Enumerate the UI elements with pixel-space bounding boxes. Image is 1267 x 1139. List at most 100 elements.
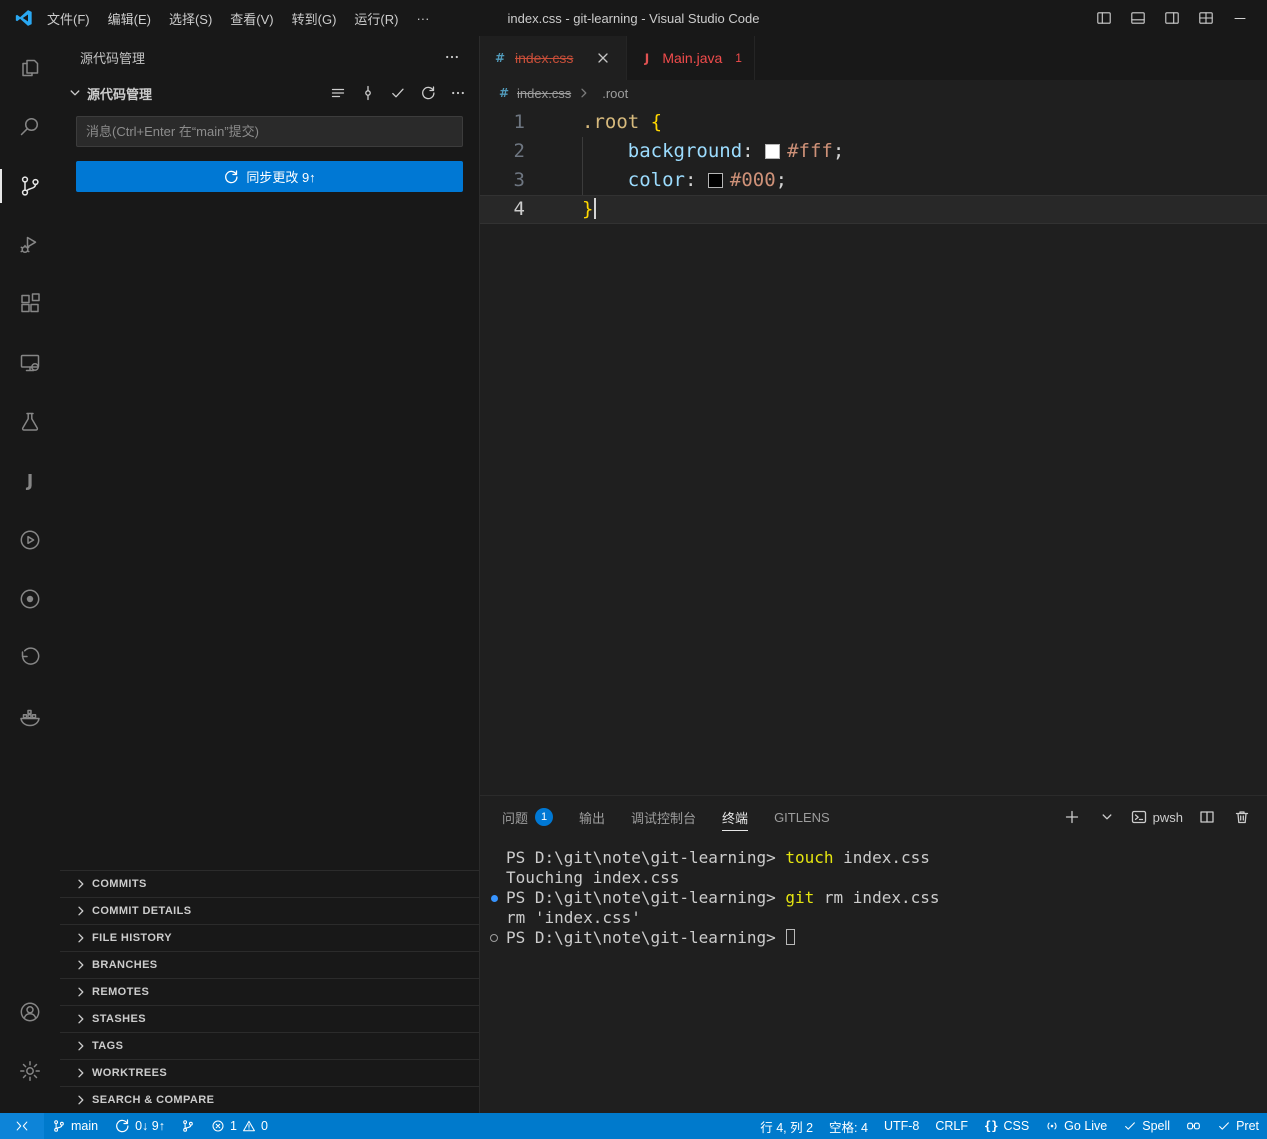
activity-run-debug[interactable] xyxy=(0,221,60,269)
code-line-3[interactable]: 3 color: #000; xyxy=(480,166,1267,195)
chevron-down-icon[interactable] xyxy=(64,82,86,104)
terminal-line: PS D:\git\note\git-learning> touch index… xyxy=(506,848,1267,868)
menu-file[interactable]: 文件(F) xyxy=(38,4,99,32)
code-line-2[interactable]: 2 background: #fff; xyxy=(480,137,1267,166)
terminal-tab-pwsh[interactable]: pwsh xyxy=(1131,809,1183,825)
branch-status[interactable]: main xyxy=(44,1113,106,1139)
line-number[interactable]: 2 xyxy=(480,137,550,166)
new-terminal-button[interactable] xyxy=(1061,806,1083,828)
source-control-status[interactable] xyxy=(173,1113,203,1139)
panel-tab-problems[interactable]: 问题1 xyxy=(502,796,553,838)
view-remotes[interactable]: REMOTES xyxy=(60,978,479,1005)
menu-edit[interactable]: 编辑(E) xyxy=(99,4,160,32)
activity-docker[interactable] xyxy=(0,693,60,741)
search-icon xyxy=(18,115,42,139)
activity-history-undo[interactable] xyxy=(0,634,60,682)
language-mode-status[interactable]: {} CSS xyxy=(976,1113,1037,1139)
language-label: CSS xyxy=(1003,1119,1029,1133)
code-line-4[interactable]: 4} xyxy=(480,195,1267,224)
view-commits[interactable]: COMMITS xyxy=(60,870,479,897)
menu-run[interactable]: 运行(R) xyxy=(345,4,407,32)
activity-settings[interactable] xyxy=(0,1047,60,1095)
menu-more[interactable]: ··· xyxy=(407,4,438,32)
list-flat-button[interactable] xyxy=(327,82,349,104)
minimize-button[interactable] xyxy=(1223,0,1257,36)
menu-goto[interactable]: 转到(G) xyxy=(283,4,346,32)
activity-account[interactable] xyxy=(0,988,60,1036)
chevron-right-icon xyxy=(576,85,592,101)
refresh-button[interactable] xyxy=(417,82,439,104)
formatter-status[interactable]: Pret xyxy=(1209,1113,1267,1139)
activity-search[interactable] xyxy=(0,103,60,151)
layout-grid-button[interactable] xyxy=(1189,0,1223,36)
spell-status[interactable]: Spell xyxy=(1115,1113,1178,1139)
activity-extensions[interactable] xyxy=(0,280,60,328)
copilot-status[interactable] xyxy=(1178,1113,1209,1139)
close-icon[interactable] xyxy=(592,47,614,69)
layout-sidebar-left-button[interactable] xyxy=(1087,0,1121,36)
line-number[interactable]: 4 xyxy=(480,195,550,224)
commit-graph-button[interactable] xyxy=(357,82,379,104)
breadcrumb-file[interactable]: index.css xyxy=(517,86,571,101)
panel-tab-gitlens[interactable]: GITLENS xyxy=(774,796,830,838)
menu-selection[interactable]: 选择(S) xyxy=(160,4,221,32)
line-number[interactable]: 3 xyxy=(480,166,550,195)
activity-source-control[interactable] xyxy=(0,162,60,210)
encoding-status[interactable]: UTF-8 xyxy=(876,1113,927,1139)
terminal[interactable]: PS D:\git\note\git-learning> touch index… xyxy=(480,838,1267,1113)
view-label: COMMIT DETAILS xyxy=(92,905,192,917)
code-line-content: .root { xyxy=(550,108,662,137)
view-stashes[interactable]: STASHES xyxy=(60,1005,479,1032)
sync-changes-button[interactable]: 同步更改 9↑ xyxy=(76,161,463,192)
activity-record-target[interactable] xyxy=(0,575,60,623)
tab-index-css[interactable]: #index.css xyxy=(480,36,627,80)
code-line-1[interactable]: 1.root { xyxy=(480,108,1267,137)
panel-tab-terminal[interactable]: 终端 xyxy=(722,796,748,838)
command-pending-decoration[interactable] xyxy=(490,934,498,942)
source-control-toolbar xyxy=(327,82,469,104)
color-swatch[interactable] xyxy=(708,173,723,188)
view-tags[interactable]: TAGS xyxy=(60,1032,479,1059)
panel-tab-debug-console[interactable]: 调试控制台 xyxy=(631,796,696,838)
chevron-right-icon xyxy=(73,930,89,946)
activity-testing[interactable] xyxy=(0,398,60,446)
eol-status[interactable]: CRLF xyxy=(927,1113,976,1139)
problems-status[interactable]: 1 0 xyxy=(203,1113,276,1139)
indentation-status[interactable]: 空格: 4 xyxy=(821,1113,876,1139)
more-actions-icon[interactable] xyxy=(441,46,463,68)
source-control-section-header[interactable]: 源代码管理 xyxy=(60,78,479,108)
remote-indicator[interactable] xyxy=(0,1113,44,1139)
view-file-history[interactable]: FILE HISTORY xyxy=(60,924,479,951)
view-label: BRANCHES xyxy=(92,959,158,971)
activity-remote-explorer[interactable] xyxy=(0,339,60,387)
layout-sidebar-right-button[interactable] xyxy=(1155,0,1189,36)
cursor-position-status[interactable]: 行 4, 列 2 xyxy=(752,1113,821,1139)
editor[interactable]: 1.root {2 background: #fff;3 color: #000… xyxy=(480,106,1267,795)
breadcrumb-symbol[interactable]: .root xyxy=(602,86,628,101)
terminal-profile-dropdown[interactable] xyxy=(1096,806,1118,828)
sidebar-source-control: 源代码管理 源代码管理 同步更改 9↑ COMMITSCOMMIT DETAIL… xyxy=(60,36,480,1113)
view-commit-details[interactable]: COMMIT DETAILS xyxy=(60,897,479,924)
sync-status[interactable]: 0↓ 9↑ xyxy=(106,1113,173,1139)
view-branches[interactable]: BRANCHES xyxy=(60,951,479,978)
commit-message-input[interactable] xyxy=(76,116,463,147)
go-live-status[interactable]: Go Live xyxy=(1037,1113,1115,1139)
panel-tab-output[interactable]: 输出 xyxy=(579,796,605,838)
activity-explorer[interactable] xyxy=(0,44,60,92)
line-number[interactable]: 1 xyxy=(480,108,550,137)
view-search-compare[interactable]: SEARCH & COMPARE xyxy=(60,1086,479,1113)
indentation-label: 空格: 4 xyxy=(829,1117,868,1136)
layout-panel-button[interactable] xyxy=(1121,0,1155,36)
command-success-decoration[interactable] xyxy=(491,895,498,902)
more-button[interactable] xyxy=(447,82,469,104)
menu-view[interactable]: 查看(V) xyxy=(221,4,282,32)
refresh-icon xyxy=(420,85,436,101)
activity-jupyter[interactable]: J xyxy=(0,457,60,505)
split-terminal-button[interactable] xyxy=(1196,806,1218,828)
check-button[interactable] xyxy=(387,82,409,104)
color-swatch[interactable] xyxy=(765,144,780,159)
kill-terminal-button[interactable] xyxy=(1231,806,1253,828)
view-worktrees[interactable]: WORKTREES xyxy=(60,1059,479,1086)
tab-main-java[interactable]: JMain.java1 xyxy=(627,36,755,80)
activity-play-circle[interactable] xyxy=(0,516,60,564)
